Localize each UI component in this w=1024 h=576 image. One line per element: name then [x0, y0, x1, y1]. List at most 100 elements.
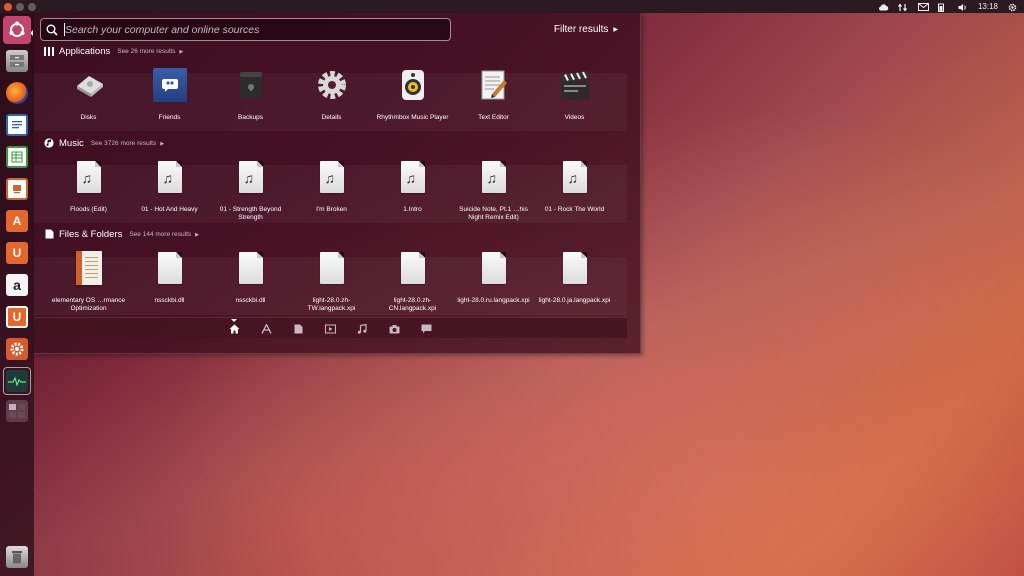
result-label: I'm Broken — [316, 206, 347, 213]
dash-home-button[interactable] — [3, 16, 31, 44]
photos-lens-tab[interactable] — [387, 322, 401, 336]
battery-icon[interactable] — [937, 3, 948, 12]
firefox-button[interactable] — [3, 79, 31, 107]
result-item[interactable]: elementary OS …rmance Optimization — [48, 250, 129, 313]
blank-file-icon — [233, 250, 269, 286]
result-label: nssckbi.dll — [154, 297, 185, 304]
home-lens-tab[interactable] — [227, 322, 241, 336]
video-lens-tab[interactable] — [323, 322, 337, 336]
blank-file-icon — [476, 250, 512, 286]
music-lens-tab[interactable] — [355, 322, 369, 336]
system-settings-button[interactable] — [3, 335, 31, 363]
see-more-results-link[interactable]: See 3726 more results ▶ — [91, 140, 164, 147]
calc-button[interactable] — [3, 143, 31, 171]
music-category-icon — [44, 138, 54, 148]
document-preview-icon — [71, 250, 107, 286]
result-item[interactable]: light-28.0.zh-TW.langpack.xpi — [291, 250, 372, 313]
search-input[interactable] — [65, 23, 445, 36]
maximize-window-button[interactable] — [28, 2, 36, 11]
ubuntu-one-music-button[interactable]: U — [3, 303, 31, 331]
minimize-window-button[interactable] — [16, 2, 24, 11]
result-item[interactable]: light-28.0.zh-CN.langpack.xpi — [372, 250, 453, 313]
friends-icon — [152, 67, 188, 103]
settings-gear-icon — [6, 338, 28, 360]
social-lens-tab[interactable] — [419, 322, 433, 336]
see-more-results-link[interactable]: See 26 more results ▶ — [117, 48, 183, 55]
result-item[interactable]: ♫ 01 - Strength Beyond Strength — [210, 159, 291, 222]
amazon-icon: a — [6, 274, 28, 296]
filter-results-button[interactable]: Filter results ▶ — [554, 24, 618, 35]
music-file-icon: ♫ — [476, 159, 512, 195]
workspace-switcher-button[interactable] — [3, 397, 31, 425]
triangle-right-icon: ▶ — [179, 48, 184, 55]
result-item[interactable]: Text Editor — [453, 67, 534, 122]
result-item[interactable]: Friends — [129, 67, 210, 122]
gear-icon[interactable] — [1008, 3, 1018, 11]
search-box[interactable] — [40, 18, 451, 41]
applications-category-icon — [44, 46, 54, 56]
music-file-icon: ♫ — [152, 159, 188, 195]
result-item[interactable]: ♫ 01 - Hot And Heavy — [129, 159, 210, 222]
details-gear-icon — [314, 67, 350, 103]
ubuntu-one-button[interactable]: U — [3, 239, 31, 267]
writer-document-icon — [6, 114, 28, 136]
result-item[interactable]: nssckbi.dll — [210, 250, 291, 313]
text-editor-icon — [476, 67, 512, 103]
triangle-right-icon: ▶ — [195, 231, 200, 238]
network-icon[interactable] — [897, 3, 908, 11]
result-item[interactable]: Details — [291, 67, 372, 122]
result-label: light-28.0.zh-CN.langpack.xpi — [388, 297, 437, 312]
presentation-icon — [6, 178, 28, 200]
result-label: 1.Intro — [403, 206, 422, 213]
applications-lens-tab[interactable] — [259, 322, 273, 336]
files-lens-tab[interactable] — [291, 322, 305, 336]
activity-graph-icon — [6, 370, 28, 392]
result-item[interactable]: ♫ I'm Broken — [291, 159, 372, 222]
backups-safe-icon — [233, 67, 269, 103]
result-item[interactable]: Rhythmbox Music Player — [372, 67, 453, 122]
search-icon — [41, 19, 63, 40]
result-item[interactable]: Disks — [48, 67, 129, 122]
system-monitor-button[interactable] — [3, 367, 31, 395]
result-item[interactable]: ♫ Floods (Edit) — [48, 159, 129, 222]
mail-icon[interactable] — [917, 2, 929, 11]
trash-button[interactable] — [3, 543, 31, 571]
result-item[interactable]: ♫ Suicide Note, Pt.1 …his Night Remix Edi… — [453, 159, 534, 222]
result-item[interactable]: nssckbi.dll — [129, 250, 210, 313]
volume-icon[interactable] — [958, 3, 968, 11]
music-file-icon: ♫ — [314, 159, 350, 195]
amazon-button[interactable]: a — [3, 271, 31, 299]
rhythmbox-speaker-icon — [395, 67, 431, 103]
files-button[interactable] — [3, 47, 31, 75]
impress-button[interactable] — [3, 175, 31, 203]
result-item[interactable]: ♫ 1.Intro — [372, 159, 453, 222]
result-item[interactable]: Videos — [534, 67, 615, 122]
ubuntu-logo-icon — [9, 21, 25, 37]
cloud-icon[interactable] — [878, 3, 889, 11]
section-title: Applications — [59, 45, 111, 57]
result-label: Floods (Edit) — [70, 206, 107, 213]
result-label: light-28.0.ru.langpack.xpi — [457, 297, 530, 304]
see-more-results-link[interactable]: See 144 more results ▶ — [129, 231, 199, 238]
result-item[interactable]: Backups — [210, 67, 291, 122]
result-label: Text Editor — [478, 114, 509, 121]
writer-button[interactable] — [3, 111, 31, 139]
close-window-button[interactable] — [4, 2, 12, 11]
result-item[interactable]: light-28.0.ru.langpack.xpi — [453, 250, 534, 313]
applications-header: Applications See 26 more results ▶ — [44, 44, 183, 58]
see-more-label: See 26 more results — [117, 47, 176, 55]
ubuntu-one-music-icon: U — [6, 306, 28, 328]
home-icon — [229, 324, 239, 334]
camera-icon — [389, 325, 399, 334]
result-label: 01 - Hot And Heavy — [141, 206, 198, 213]
result-label: light-28.0.ja.langpack.xpi — [538, 297, 611, 304]
result-label: light-28.0.zh-TW.langpack.xpi — [307, 297, 356, 312]
blank-file-icon — [152, 250, 188, 286]
clock[interactable]: 13:18 — [978, 2, 998, 11]
result-item[interactable]: light-28.0.ja.langpack.xpi — [534, 250, 615, 313]
speech-bubble-icon — [421, 324, 431, 334]
software-center-button[interactable]: A — [3, 207, 31, 235]
result-label: 01 - Rock The World — [544, 206, 605, 213]
result-item[interactable]: ♫ 01 - Rock The World — [534, 159, 615, 222]
blank-file-icon — [314, 250, 350, 286]
